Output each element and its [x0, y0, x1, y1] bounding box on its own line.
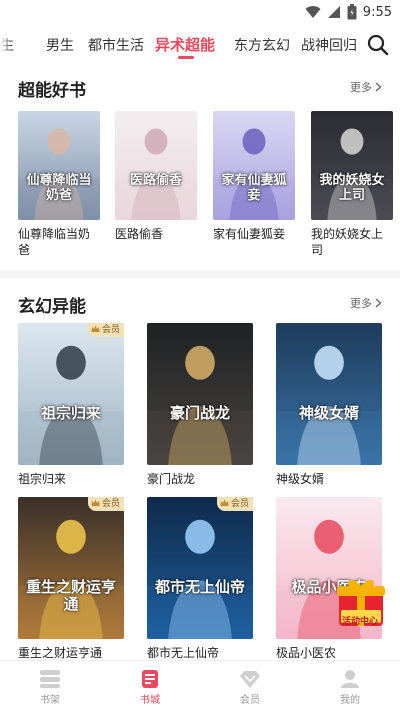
- crown-icon: [220, 499, 229, 506]
- search-icon[interactable]: [366, 33, 390, 57]
- bookshelf-icon: [40, 670, 60, 688]
- nav-bookstore[interactable]: 书城: [120, 669, 180, 706]
- book-title[interactable]: 重生之财运亨通: [18, 645, 124, 661]
- book-card[interactable]: 祖宗归来 会员祖宗归来: [18, 323, 124, 487]
- book-title[interactable]: 都市无上仙帝: [147, 645, 253, 661]
- activity-label: 活动中心: [342, 617, 379, 627]
- crown-icon: [91, 499, 100, 506]
- vip-badge: 会员: [87, 323, 124, 337]
- book-cover[interactable]: 神级女婿: [276, 323, 382, 465]
- book-title[interactable]: 神级女婿: [276, 471, 382, 487]
- more-link[interactable]: 更多: [350, 79, 382, 95]
- nav-label: 书城: [140, 695, 160, 706]
- active-tab-indicator: [178, 56, 194, 59]
- section-divider: [0, 270, 400, 278]
- cover-art: [115, 111, 197, 220]
- more-link[interactable]: 更多: [350, 295, 382, 311]
- cover-title-text: 祖宗归来: [40, 404, 101, 422]
- vip-label: 会员: [101, 325, 120, 335]
- book-card[interactable]: 医路偷香 医路偷香: [115, 111, 197, 242]
- wifi-icon: [305, 6, 321, 19]
- category-tabs: 女生 男生 都市生活 异术超能 东方玄幻 战神回归: [0, 26, 400, 64]
- more-label: 更多: [350, 297, 372, 310]
- vip-badge: 会员: [216, 497, 253, 511]
- cover-art: [147, 323, 253, 465]
- status-time: 9:55: [362, 4, 392, 20]
- book-title[interactable]: 仙尊降临当奶爸: [18, 226, 100, 258]
- nav-bookshelf[interactable]: 书架: [20, 669, 80, 706]
- cover-title-text: 重生之财运亨通: [25, 578, 116, 614]
- vip-label: 会员: [101, 499, 120, 509]
- section-title: 玄幻异能: [18, 297, 86, 317]
- book-card[interactable]: 神级女婿 神级女婿: [276, 323, 382, 487]
- bottom-nav: 书架 书城 会员 我的: [0, 660, 400, 712]
- book-card[interactable]: 仙尊降临当奶爸 仙尊降临当奶爸: [18, 111, 100, 258]
- tabs-fade: [0, 26, 12, 64]
- cover-title-text: 仙尊降临当奶爸: [26, 173, 92, 203]
- tab-eastern-fantasy[interactable]: 东方玄幻: [234, 35, 290, 55]
- vip-label: 会员: [230, 499, 249, 509]
- book-card[interactable]: 我的妖娆女上司 我的妖娆女上司: [311, 111, 393, 258]
- cover-title-text: 家有仙妻狐妾: [221, 173, 287, 203]
- activity-center-button[interactable]: 活动中心: [335, 576, 387, 630]
- cover-title-text: 神级女婿: [298, 404, 359, 422]
- book-cover[interactable]: 重生之财运亨通 会员: [18, 497, 124, 639]
- book-card[interactable]: 家有仙妻狐妾 家有仙妻狐妾: [213, 111, 295, 242]
- book-cover[interactable]: 家有仙妻狐妾: [213, 111, 295, 220]
- battery-icon: [347, 4, 357, 20]
- cover-title-text: 我的妖娆女上司: [319, 173, 385, 203]
- cover-art: [276, 323, 382, 465]
- book-title[interactable]: 我的妖娆女上司: [311, 226, 393, 258]
- book-title[interactable]: 极品小医农: [276, 645, 382, 661]
- book-title[interactable]: 豪门战龙: [147, 471, 253, 487]
- chevron-right-icon: [375, 82, 382, 92]
- cover-title-text: 都市无上仙帝: [154, 578, 245, 596]
- tab-supernatural[interactable]: 异术超能: [155, 34, 215, 55]
- book-cover[interactable]: 医路偷香: [115, 111, 197, 220]
- tab-male[interactable]: 男生: [46, 35, 74, 55]
- bookstore-icon: [142, 670, 158, 688]
- book-title[interactable]: 祖宗归来: [18, 471, 124, 487]
- nav-label: 我的: [340, 695, 360, 706]
- nav-label: 会员: [240, 695, 260, 706]
- more-label: 更多: [350, 81, 372, 94]
- book-card[interactable]: 豪门战龙 豪门战龙: [147, 323, 253, 487]
- book-card[interactable]: 都市无上仙帝 会员都市无上仙帝: [147, 497, 253, 661]
- tab-urban-life[interactable]: 都市生活: [88, 35, 144, 55]
- nav-member[interactable]: 会员: [220, 669, 280, 706]
- crown-icon: [91, 325, 100, 332]
- nav-profile[interactable]: 我的: [320, 669, 380, 706]
- vip-badge: 会员: [87, 497, 124, 511]
- status-bar: 9:55: [0, 0, 400, 24]
- book-cover[interactable]: 我的妖娆女上司: [311, 111, 393, 220]
- book-cover[interactable]: 仙尊降临当奶爸: [18, 111, 100, 220]
- chevron-right-icon: [375, 298, 382, 308]
- cover-art: [18, 497, 124, 639]
- section-header-super-books: 超能好书 更多: [18, 76, 382, 101]
- profile-icon: [341, 670, 359, 688]
- cover-art: [147, 497, 253, 639]
- tab-war-god-return[interactable]: 战神回归: [301, 35, 357, 55]
- cell-signal-icon: [327, 6, 340, 18]
- status-icons: 9:55: [305, 3, 392, 21]
- section-header-fantasy: 玄幻异能 更多: [18, 292, 382, 317]
- book-card[interactable]: 重生之财运亨通 会员重生之财运亨通: [18, 497, 124, 661]
- book-title[interactable]: 家有仙妻狐妾: [213, 226, 295, 242]
- section-title: 超能好书: [18, 81, 86, 101]
- nav-label: 书架: [40, 695, 60, 706]
- book-cover[interactable]: 都市无上仙帝 会员: [147, 497, 253, 639]
- book-title[interactable]: 医路偷香: [115, 226, 197, 242]
- cover-title-text: 豪门战龙: [169, 404, 230, 422]
- book-cover[interactable]: 祖宗归来 会员: [18, 323, 124, 465]
- member-diamond-icon: [240, 671, 260, 688]
- book-cover[interactable]: 豪门战龙: [147, 323, 253, 465]
- cover-art: [18, 323, 124, 465]
- cover-title-text: 医路偷香: [129, 173, 182, 188]
